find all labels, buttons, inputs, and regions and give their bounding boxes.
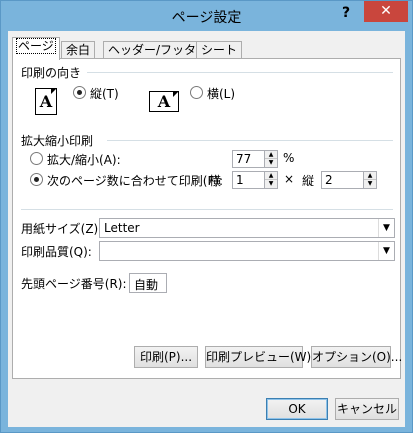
spin-down-icon[interactable]: ▼ xyxy=(265,180,277,188)
help-button[interactable]: ? xyxy=(335,4,357,24)
close-button[interactable]: ✕ xyxy=(364,1,408,22)
landscape-label[interactable]: 横(L) xyxy=(207,85,235,102)
first-page-number-label: 先頭ページ番号(R): xyxy=(21,277,127,291)
tab-header-footer-label: ヘッダー/フッター xyxy=(108,43,209,57)
options-button[interactable]: オプション(O)... xyxy=(311,346,402,368)
scaling-section-label: 拡大縮小印刷 xyxy=(21,134,94,148)
pages-tall-spinner[interactable]: 2 ▲ ▼ xyxy=(321,171,377,189)
landscape-icon: A xyxy=(149,91,179,112)
print-quality-select[interactable]: ▼ xyxy=(99,241,395,261)
cancel-button[interactable]: キャンセル xyxy=(335,398,399,420)
tab-sheet-label: シート xyxy=(201,43,238,57)
spin-up-icon[interactable]: ▲ xyxy=(364,172,376,180)
pages-tall-label: 縦 xyxy=(302,174,315,188)
landscape-radio[interactable] xyxy=(190,86,203,99)
pages-wide-value: 1 xyxy=(236,173,244,187)
scaling-bottom-divider xyxy=(21,209,393,210)
adjust-percent-spinner[interactable]: 77 ▲ ▼ xyxy=(232,150,278,168)
percent-sign: % xyxy=(283,151,295,165)
pages-wide-spinner[interactable]: 1 ▲ ▼ xyxy=(232,171,278,189)
spin-down-icon[interactable]: ▼ xyxy=(364,180,376,188)
orientation-divider xyxy=(87,72,393,73)
adjust-percent-arrows: ▲ ▼ xyxy=(264,151,277,167)
first-page-number-input[interactable]: 自動 xyxy=(129,273,167,293)
chevron-down-icon[interactable]: ▼ xyxy=(378,242,394,260)
paper-size-select[interactable]: Letter ▼ xyxy=(99,218,395,238)
pages-wide-arrows: ▲ ▼ xyxy=(264,172,277,188)
fit-to-label[interactable]: 次のページ数に合わせて印刷(F): xyxy=(47,172,223,189)
times-sign: × xyxy=(284,172,295,186)
print-quality-label: 印刷品質(Q): xyxy=(21,245,92,259)
page-tab-panel: 印刷の向き A 縦(T) A 横(L) 拡大縮小印刷 拡大/縮小(A): 77 xyxy=(12,58,402,379)
title-bar[interactable]: ページ設定 ? ✕ xyxy=(1,1,412,31)
adjust-percent-value: 77 xyxy=(236,152,252,166)
portrait-icon: A xyxy=(35,88,57,115)
landscape-icon-letter: A xyxy=(157,92,171,111)
pages-tall-arrows: ▲ ▼ xyxy=(363,172,376,188)
ok-button[interactable]: OK xyxy=(266,398,328,420)
print-preview-button[interactable]: 印刷プレビュー(W) xyxy=(205,346,311,368)
tab-page[interactable]: ページ xyxy=(12,37,60,60)
tab-margins[interactable]: 余白 xyxy=(61,41,96,59)
adjust-to-label[interactable]: 拡大/縮小(A): xyxy=(47,151,121,168)
spin-up-icon[interactable]: ▲ xyxy=(265,151,277,159)
portrait-label[interactable]: 縦(T) xyxy=(90,85,119,102)
print-button[interactable]: 印刷(P)... xyxy=(134,346,198,368)
orientation-section-label: 印刷の向き xyxy=(21,66,82,80)
pages-wide-label: 横 xyxy=(209,174,222,188)
tab-margins-label: 余白 xyxy=(66,43,91,57)
paper-size-value: Letter xyxy=(104,221,140,235)
tab-sheet[interactable]: シート xyxy=(196,41,243,59)
adjust-to-radio[interactable] xyxy=(30,152,43,165)
landscape-icon-fold xyxy=(173,91,179,97)
dialog-client-area: ページ 余白 ヘッダー/フッター シート 印刷の向き A 縦(T) A 横(L)… xyxy=(8,31,405,427)
paper-size-label: 用紙サイズ(Z): xyxy=(21,222,103,236)
pages-tall-value: 2 xyxy=(325,173,333,187)
portrait-radio[interactable] xyxy=(73,86,86,99)
spin-up-icon[interactable]: ▲ xyxy=(265,172,277,180)
fit-to-radio[interactable] xyxy=(30,173,43,186)
spin-down-icon[interactable]: ▼ xyxy=(265,159,277,167)
page-setup-dialog: ページ設定 ? ✕ ページ 余白 ヘッダー/フッター シート 印刷の向き A 縦… xyxy=(0,0,413,433)
portrait-icon-fold xyxy=(51,88,57,94)
chevron-down-icon[interactable]: ▼ xyxy=(378,219,394,237)
scaling-divider xyxy=(107,140,393,141)
portrait-icon-letter: A xyxy=(39,92,53,111)
tab-page-label: ページ xyxy=(16,38,56,54)
